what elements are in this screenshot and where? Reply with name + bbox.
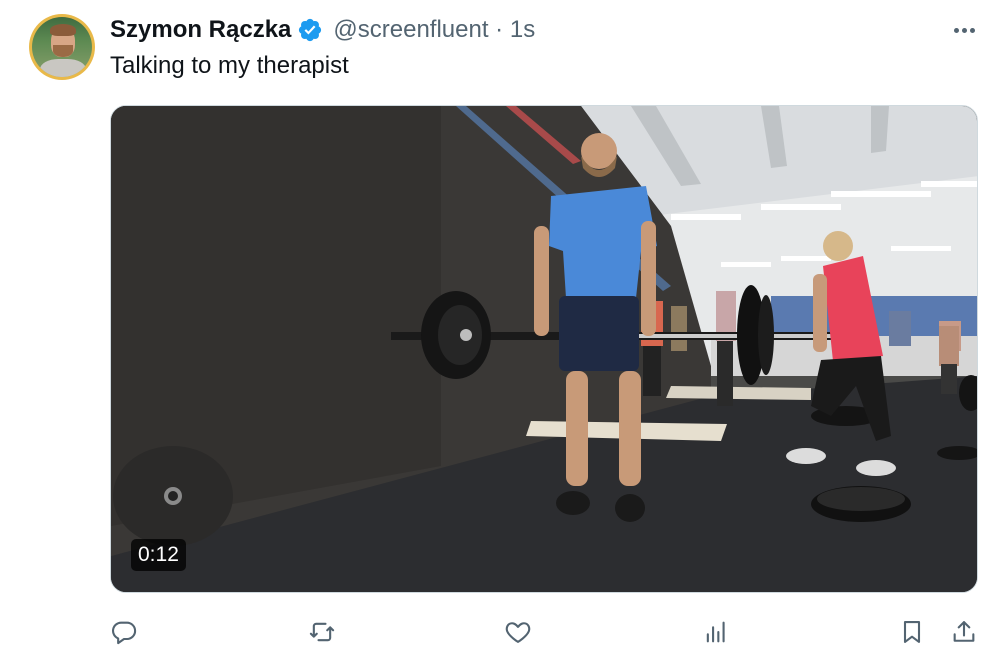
- tweet-header: Szymon Rączka @screenfluent · 1s: [110, 14, 535, 46]
- video-duration-badge: 0:12: [131, 539, 186, 571]
- views-icon[interactable]: [696, 612, 736, 652]
- retweet-icon[interactable]: [302, 612, 342, 652]
- avatar[interactable]: [29, 14, 95, 80]
- tweet-text: Talking to my therapist: [110, 52, 349, 79]
- video-player[interactable]: 0:12: [110, 105, 978, 593]
- reply-icon[interactable]: [104, 612, 144, 652]
- bookmark-icon[interactable]: [892, 612, 932, 652]
- handle-and-time[interactable]: @screenfluent · 1s: [333, 16, 535, 44]
- tweet: Szymon Rączka @screenfluent · 1s Talking…: [0, 0, 1000, 667]
- like-icon[interactable]: [498, 612, 538, 652]
- more-options-icon[interactable]: [950, 18, 978, 42]
- share-icon[interactable]: [944, 612, 984, 652]
- verified-badge-icon[interactable]: [297, 17, 323, 43]
- display-name[interactable]: Szymon Rączka: [110, 16, 291, 44]
- tweet-actions: [0, 612, 1000, 652]
- video-frame: [111, 106, 977, 592]
